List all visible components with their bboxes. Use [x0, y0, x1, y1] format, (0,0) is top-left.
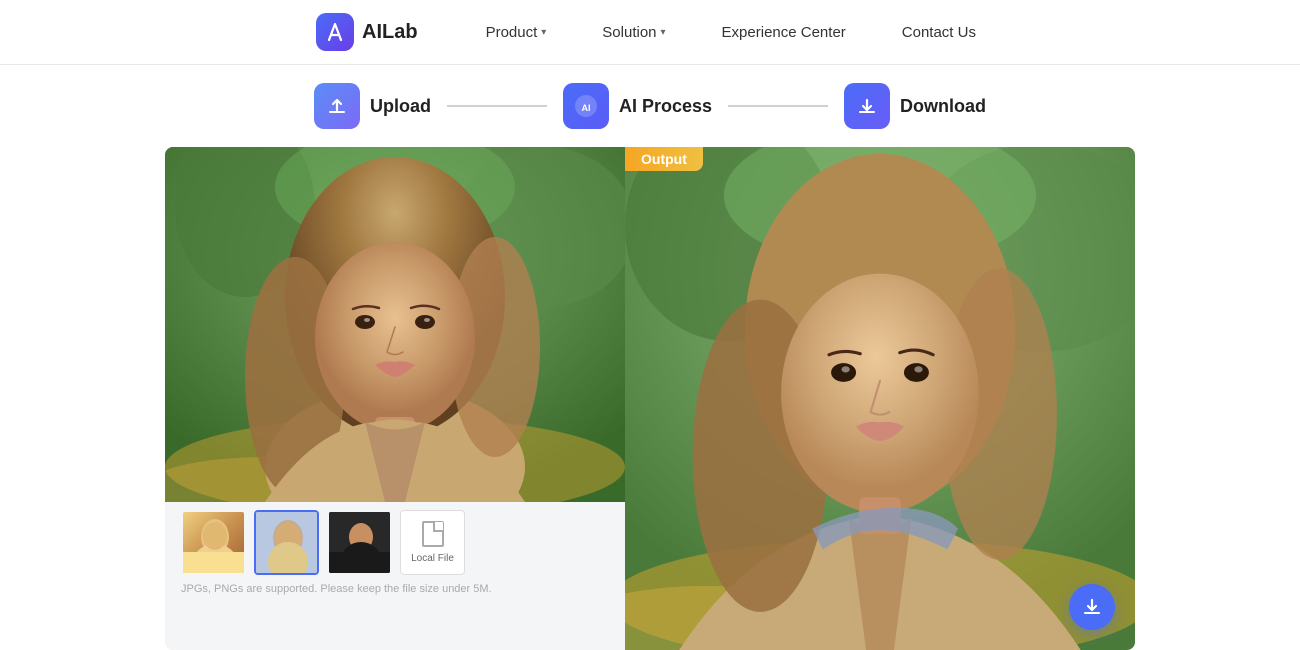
chevron-down-icon: ▾: [541, 27, 546, 38]
nav-item-solution[interactable]: Solution ▾: [594, 20, 673, 45]
navbar: AILab Product ▾ Solution ▾ Experience Ce…: [0, 0, 1300, 65]
thumbnail-row: Local File: [165, 502, 625, 583]
step-upload: Upload: [314, 83, 431, 129]
nav-item-experience[interactable]: Experience Center: [714, 20, 854, 45]
nav-product-label: Product: [486, 24, 538, 41]
nav-contact-label: Contact Us: [902, 24, 976, 41]
upload-step-icon: [314, 83, 360, 129]
download-button[interactable]: [1069, 584, 1115, 630]
nav-item-product[interactable]: Product ▾: [478, 20, 555, 45]
local-file-label: Local File: [411, 553, 454, 564]
logo-icon: [316, 13, 354, 51]
step-line-2: [728, 105, 828, 107]
local-file-button[interactable]: Local File: [400, 510, 465, 575]
hint-text: JPGs, PNGs are supported. Please keep th…: [165, 583, 625, 595]
nav-experience-label: Experience Center: [722, 24, 846, 41]
download-step-label: Download: [900, 96, 986, 117]
logo-area[interactable]: AILab: [316, 13, 418, 51]
output-image-area: [625, 147, 1135, 650]
download-step-icon: [844, 83, 890, 129]
logo-text: AILab: [362, 21, 418, 44]
thumbnail-1[interactable]: [181, 510, 246, 575]
left-panel: Local File JPGs, PNGs are supported. Ple…: [165, 147, 625, 650]
file-icon: [422, 521, 444, 547]
upload-step-label: Upload: [370, 96, 431, 117]
step-download: Download: [844, 83, 986, 129]
thumbnail-2[interactable]: [254, 510, 319, 575]
ai-step-label: AI Process: [619, 96, 712, 117]
thumbnail-3[interactable]: [327, 510, 392, 575]
nav-solution-label: Solution: [602, 24, 656, 41]
svg-text:AI: AI: [581, 103, 590, 113]
input-image: [165, 147, 625, 502]
ai-step-icon: AI: [563, 83, 609, 129]
right-panel: Output: [625, 147, 1135, 650]
step-ai: AI AI Process: [563, 83, 712, 129]
nav-item-contact[interactable]: Contact Us: [894, 20, 984, 45]
main-content: Local File JPGs, PNGs are supported. Ple…: [0, 147, 1300, 650]
steps-bar: Upload AI AI Process Download: [0, 65, 1300, 147]
output-badge: Output: [625, 147, 703, 171]
step-line-1: [447, 105, 547, 107]
chevron-down-icon: ▾: [661, 27, 666, 38]
